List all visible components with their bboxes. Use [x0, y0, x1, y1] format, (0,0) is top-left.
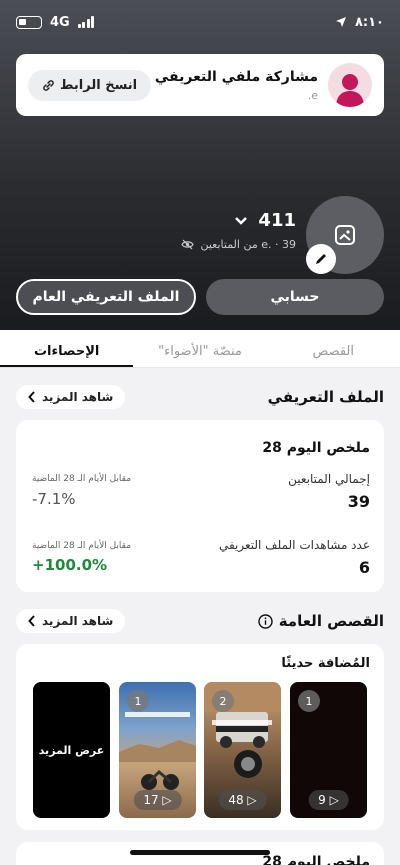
stories-see-more-button[interactable]: شاهد المزيد — [16, 609, 126, 633]
recently-added-label: المُضافة حديثًا — [281, 656, 370, 671]
followers-value: 39 — [347, 492, 370, 511]
network-label: 4G — [50, 14, 70, 30]
tab-spotlight[interactable]: منصّة "الأضواء" — [133, 330, 266, 367]
location-arrow-icon — [335, 17, 346, 27]
status-bar: 4G ٨:١٠ — [16, 10, 384, 34]
stories-section-header: القصص العامة شاهد المزيد — [16, 606, 384, 636]
profile-header: 4G ٨:١٠ مشاركة ملفي التعريفي e. انسخ الر… — [0, 0, 400, 330]
profile-views-value: 6 — [358, 558, 370, 577]
story-count-badge: 2 — [212, 690, 234, 712]
stories-title-label: القصص العامة — [278, 612, 384, 630]
profile-section-header: الملف التعريفي شاهد المزيد — [16, 382, 384, 412]
profile-summary-card[interactable]: 28 ملخص اليوم إجمالي المتابعين 39 مقابل … — [16, 420, 384, 592]
next-section-title: 28 ملخص اليوم — [262, 854, 370, 865]
person-icon — [336, 74, 364, 107]
share-title: مشاركة ملفي التعريفي — [154, 68, 318, 85]
followers-label: إجمالي المتابعين — [288, 472, 370, 486]
profile-see-more-button[interactable]: شاهد المزيد — [16, 385, 126, 409]
tab-stories[interactable]: القصص — [267, 330, 400, 367]
chevron-down-icon — [235, 216, 248, 225]
story-count-badge: 1 — [127, 690, 149, 712]
score-value: 411 — [258, 210, 296, 231]
clock: ٨:١٠ — [354, 14, 384, 30]
show-more-stories-button[interactable]: عرض المزيد — [33, 682, 110, 818]
profile-views-label: عدد مشاهدات الملف التعريفي — [218, 538, 370, 552]
snap-score[interactable]: 411 — [234, 210, 296, 231]
public-profile-button[interactable]: الملف التعريفي العام — [16, 279, 196, 315]
followers-text: e. · 39 من المتابعين — [200, 238, 296, 251]
tab-insights[interactable]: الإحصاءات — [0, 330, 134, 367]
signal-icon — [77, 16, 95, 28]
story-thumbnail[interactable]: 1 17 ▷ — [119, 682, 196, 818]
show-more-label: عرض المزيد — [38, 743, 105, 757]
avatar — [328, 63, 372, 107]
followers-info: e. · 39 من المتابعين — [181, 238, 296, 251]
see-more-label: شاهد المزيد — [42, 390, 114, 404]
story-count-badge: 1 — [298, 690, 320, 712]
pencil-icon — [316, 254, 326, 264]
my-account-button[interactable]: حسابي — [206, 279, 384, 315]
see-more-label: شاهد المزيد — [42, 614, 114, 628]
stories-card: المُضافة حديثًا 1 9 ▷ 2 48 ▷ 1 17 ▷ عرض … — [16, 644, 384, 830]
views-count: 48 — [228, 793, 244, 807]
story-views: 17 ▷ — [133, 790, 182, 810]
story-views: 48 ▷ — [218, 790, 267, 810]
home-indicator[interactable] — [130, 850, 270, 855]
tab-bar: القصص منصّة "الأضواء" الإحصاءات — [0, 330, 400, 368]
profile-section-title: الملف التعريفي — [267, 388, 384, 406]
story-thumbnail[interactable]: 2 48 ▷ — [204, 682, 281, 818]
views-compare-label: مقابل الأيام الـ 28 الماضية — [32, 541, 132, 551]
views-compare-value: +100.0% — [32, 556, 108, 574]
link-icon — [43, 79, 54, 91]
summary-title: 28 ملخص اليوم — [262, 440, 370, 456]
chevron-left-icon — [28, 391, 35, 403]
views-count: 9 — [318, 793, 326, 807]
stories-section-title: القصص العامة — [258, 612, 384, 630]
battery-icon — [16, 15, 42, 29]
copy-link-button[interactable]: انسخ الرابط — [28, 69, 152, 101]
share-subtitle: e. — [307, 88, 318, 102]
story-views: 9 ▷ — [308, 790, 349, 810]
copy-link-label: انسخ الرابط — [60, 77, 138, 93]
eye-off-icon — [181, 239, 195, 250]
followers-compare-value: -7.1% — [32, 490, 76, 508]
followers-compare-label: مقابل الأيام الـ 28 الماضية — [32, 474, 132, 484]
info-icon[interactable] — [258, 613, 273, 629]
story-thumbnail[interactable]: 1 9 ▷ — [290, 682, 367, 818]
share-profile-card[interactable]: مشاركة ملفي التعريفي e. انسخ الرابط — [16, 54, 384, 116]
image-icon — [335, 225, 355, 245]
chevron-left-icon — [28, 615, 35, 627]
edit-picture-button[interactable] — [306, 244, 336, 274]
views-count: 17 — [143, 793, 159, 807]
